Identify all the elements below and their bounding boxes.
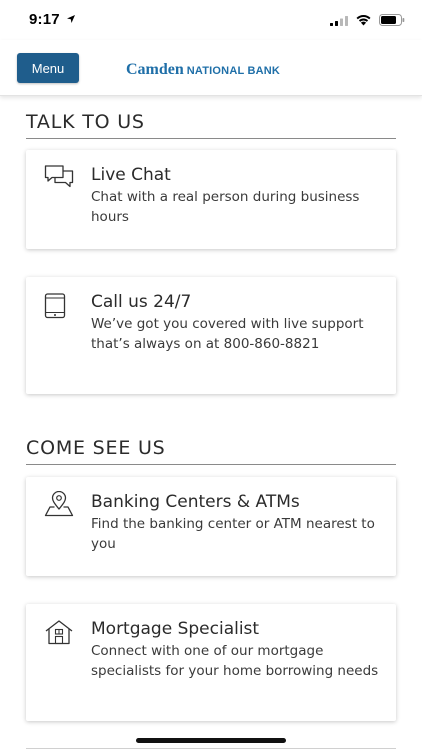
menu-button[interactable]: Menu: [17, 53, 79, 83]
card-mortgage-specialist[interactable]: Mortgage Specialist Connect with one of …: [26, 604, 396, 721]
wifi-icon: [356, 15, 371, 26]
chat-bubbles-icon: [44, 165, 74, 188]
card-call-us[interactable]: Call us 24/7 We’ve got you covered with …: [26, 277, 396, 394]
bank-logo[interactable]: Camden NATIONAL BANK: [126, 59, 280, 79]
battery-icon: [379, 14, 405, 26]
location-pin-icon: [44, 491, 74, 517]
card-title: Mortgage Specialist: [91, 619, 260, 639]
section-title-talk-to-us: TALK TO US: [26, 111, 396, 139]
home-indicator[interactable]: [136, 738, 286, 743]
logo-primary-text: Camden: [126, 61, 184, 78]
card-title: Live Chat: [91, 165, 171, 185]
logo-secondary-text: NATIONAL BANK: [186, 65, 281, 77]
cellular-signal-icon: [330, 16, 348, 26]
card-live-chat[interactable]: Live Chat Chat with a real person during…: [26, 150, 396, 249]
location-arrow-icon: [67, 15, 75, 23]
card-description: Find the banking center or ATM nearest t…: [91, 516, 375, 552]
section-title-come-see-us: COME SEE US: [26, 437, 396, 465]
app-header: Menu Camden NATIONAL BANK: [0, 40, 422, 96]
card-description: Connect with one of our mortgage special…: [91, 643, 379, 679]
phone-icon: [44, 293, 66, 319]
divider: [26, 748, 396, 749]
house-icon: [45, 620, 73, 645]
card-title: Call us 24/7: [91, 292, 192, 312]
card-title: Banking Centers & ATMs: [91, 492, 300, 512]
card-description: Chat with a real person during business …: [91, 189, 360, 225]
status-time: 9:17: [29, 11, 60, 28]
status-bar: 9:17: [0, 0, 422, 40]
card-description: We’ve got you covered with live support …: [91, 316, 364, 352]
card-banking-centers[interactable]: Banking Centers & ATMs Find the banking …: [26, 477, 396, 576]
